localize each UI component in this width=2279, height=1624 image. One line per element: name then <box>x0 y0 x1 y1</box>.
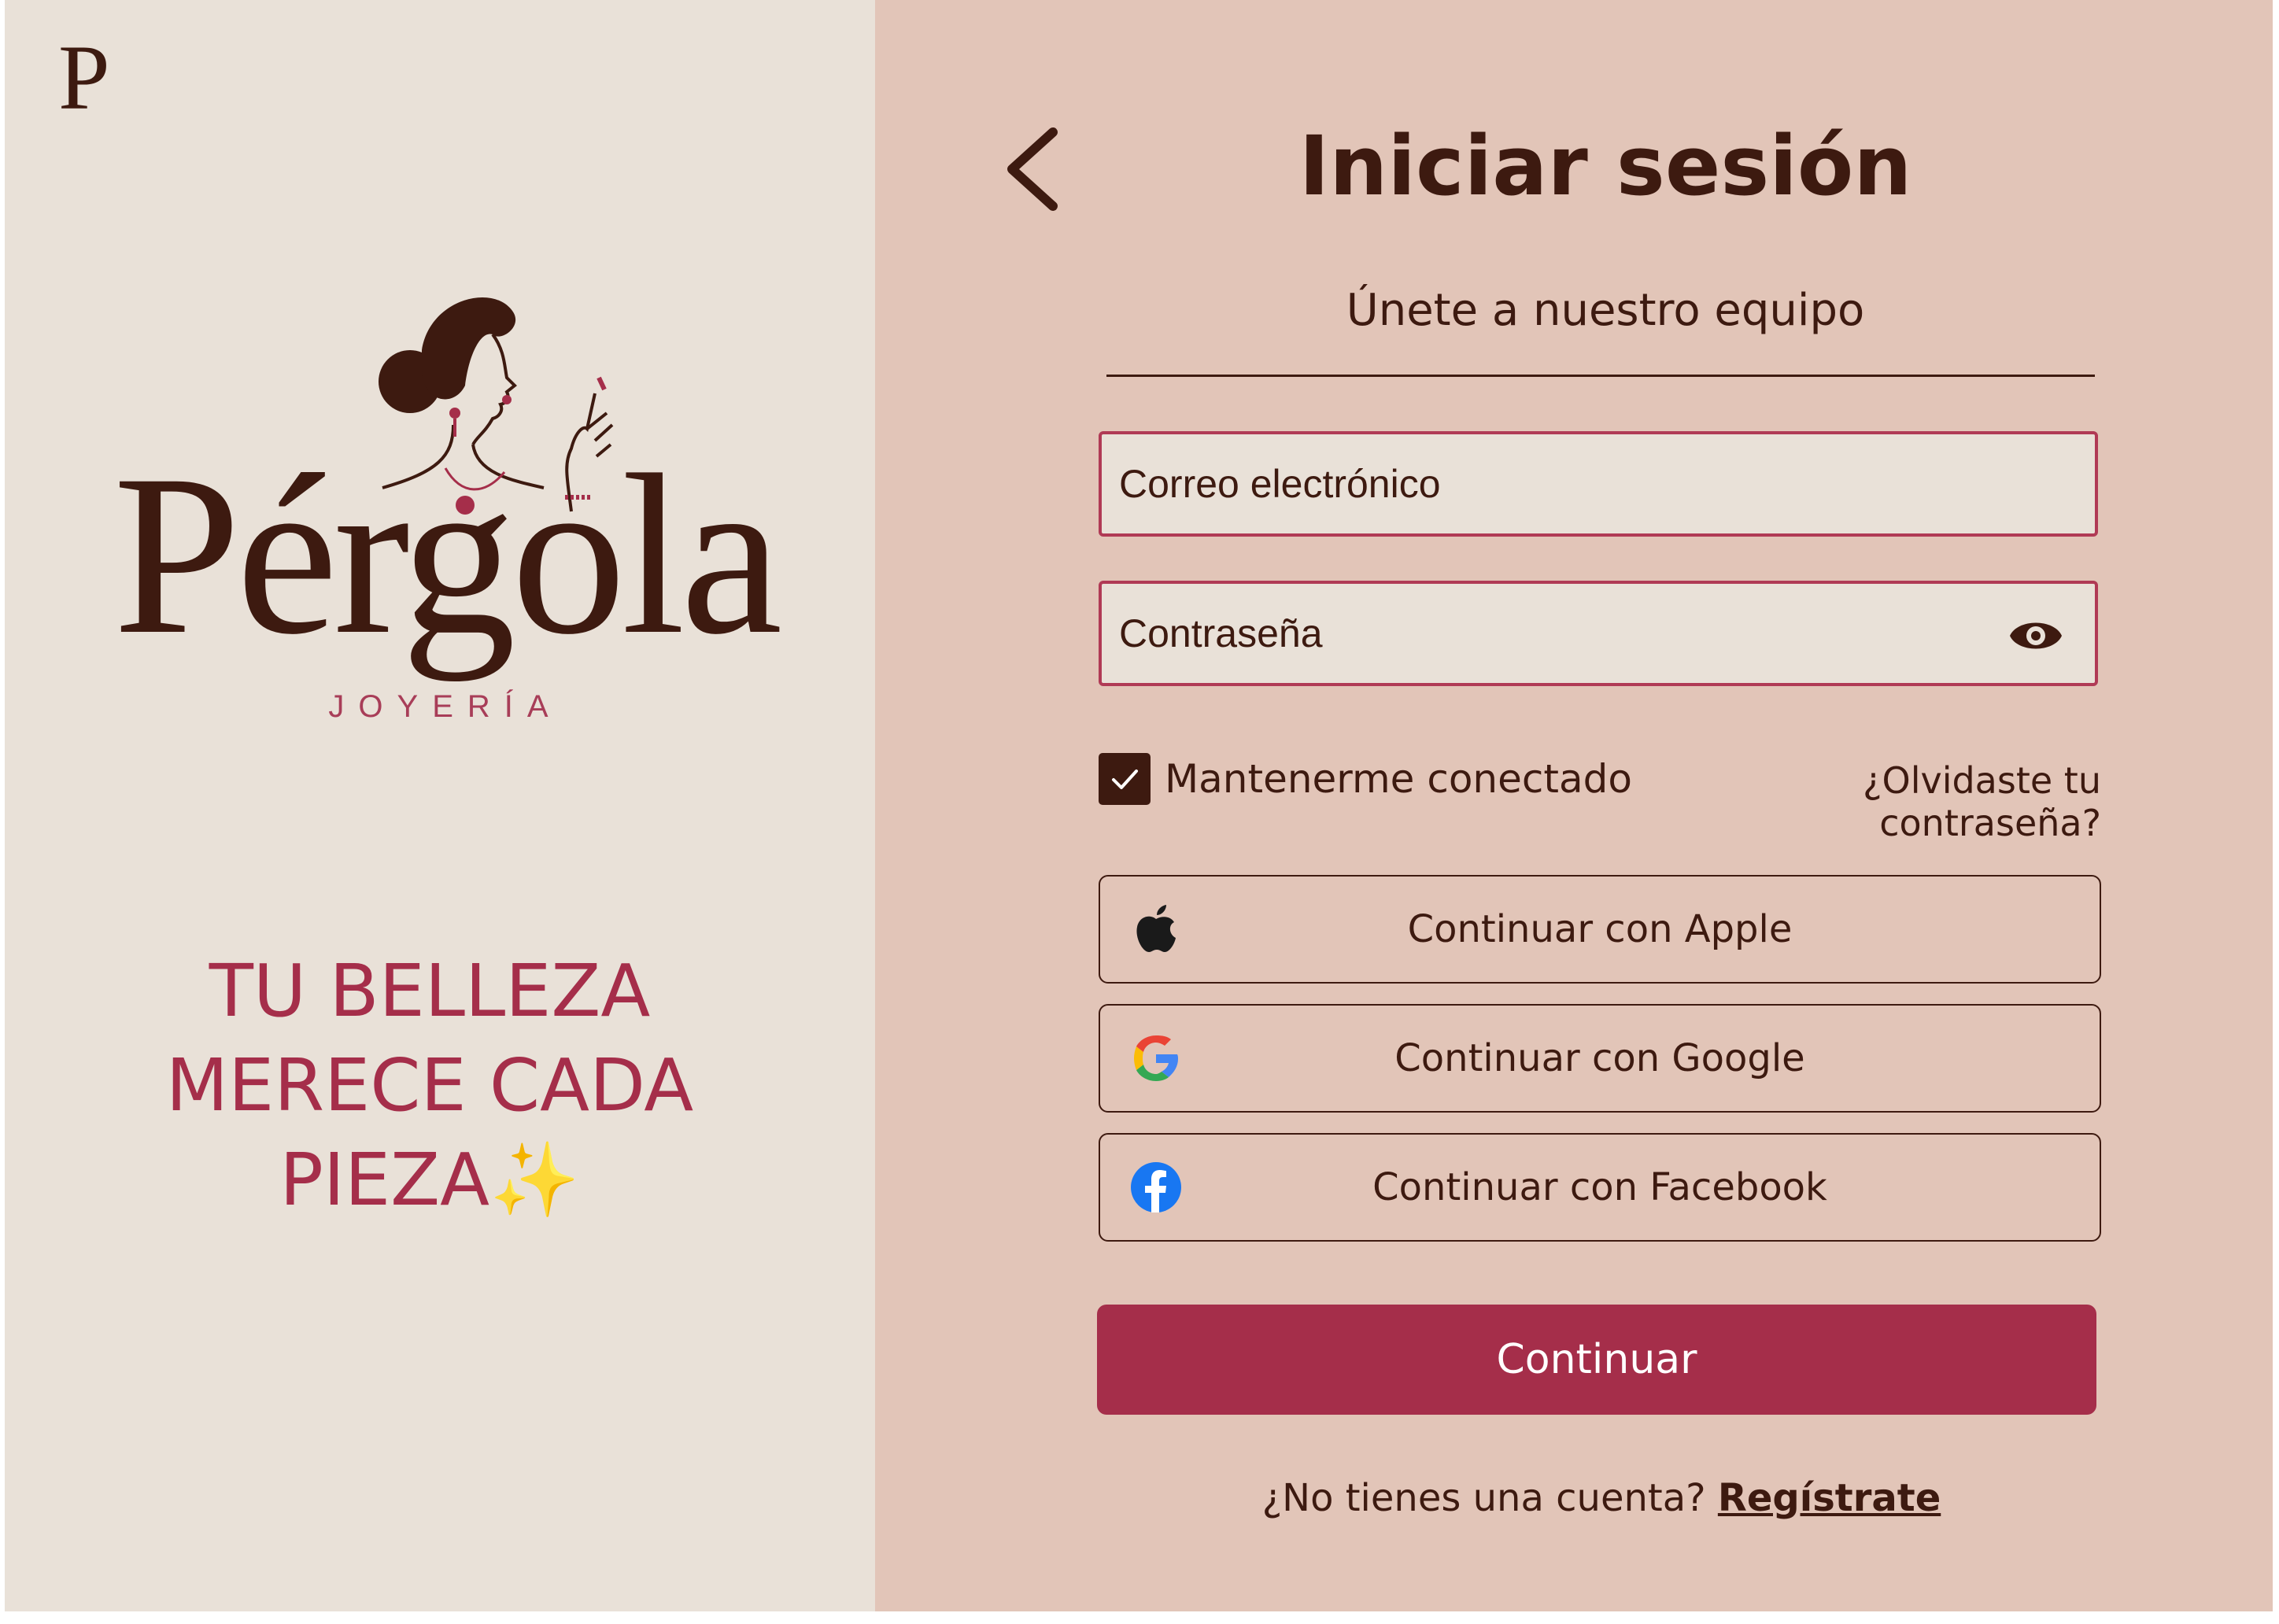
check-icon <box>1112 770 1138 789</box>
facebook-signin-label: Continuar con Facebook <box>1372 1165 1827 1209</box>
continue-button[interactable]: Continuar <box>1097 1305 2096 1415</box>
chevron-left-icon[interactable] <box>998 126 1069 212</box>
remember-me-label: Mantenerme conectado <box>1165 756 1632 802</box>
signup-row: ¿No tienes una cuenta? Regístrate <box>1102 1476 2101 1520</box>
page-title: Iniciar sesión <box>1298 118 1912 214</box>
brand-wordmark: Pérgola <box>113 428 783 682</box>
google-signin-button[interactable]: Continuar con Google <box>1099 1004 2101 1113</box>
forgot-password-link[interactable]: ¿Olvidaste tu contraseña? <box>1653 759 2101 844</box>
signup-link[interactable]: Regístrate <box>1718 1476 1941 1520</box>
remember-me-checkbox[interactable]: Mantenerme conectado <box>1099 751 1632 806</box>
email-field[interactable] <box>1099 431 2098 537</box>
page-subtitle: Únete a nuestro equipo <box>1346 285 1865 336</box>
email-input[interactable] <box>1119 434 1985 533</box>
apple-signin-label: Continuar con Apple <box>1407 907 1793 951</box>
corner-logo-mark: P <box>58 26 110 129</box>
google-signin-label: Continuar con Google <box>1394 1036 1805 1080</box>
brand-subtitle: JOYERÍA <box>328 689 563 724</box>
slogan: TU BELLEZA MERECE CADA PIEZA✨ <box>52 944 807 1227</box>
slogan-line: MERECE CADA <box>165 1043 694 1128</box>
divider <box>1106 375 2095 377</box>
brand-panel: P Pérgola JOYERÍA TU BELLEZA MERECE CADA… <box>5 0 875 1611</box>
password-input[interactable] <box>1119 584 1985 683</box>
eye-icon[interactable] <box>2008 612 2063 659</box>
password-field[interactable] <box>1099 581 2098 686</box>
slogan-line: PIEZA✨ <box>279 1138 580 1222</box>
facebook-signin-button[interactable]: Continuar con Facebook <box>1099 1133 2101 1242</box>
apple-signin-button[interactable]: Continuar con Apple <box>1099 875 2101 984</box>
slogan-line: TU BELLEZA <box>209 949 651 1033</box>
checkbox[interactable] <box>1099 753 1151 805</box>
signup-prompt: ¿No tienes una cuenta? <box>1261 1476 1706 1520</box>
